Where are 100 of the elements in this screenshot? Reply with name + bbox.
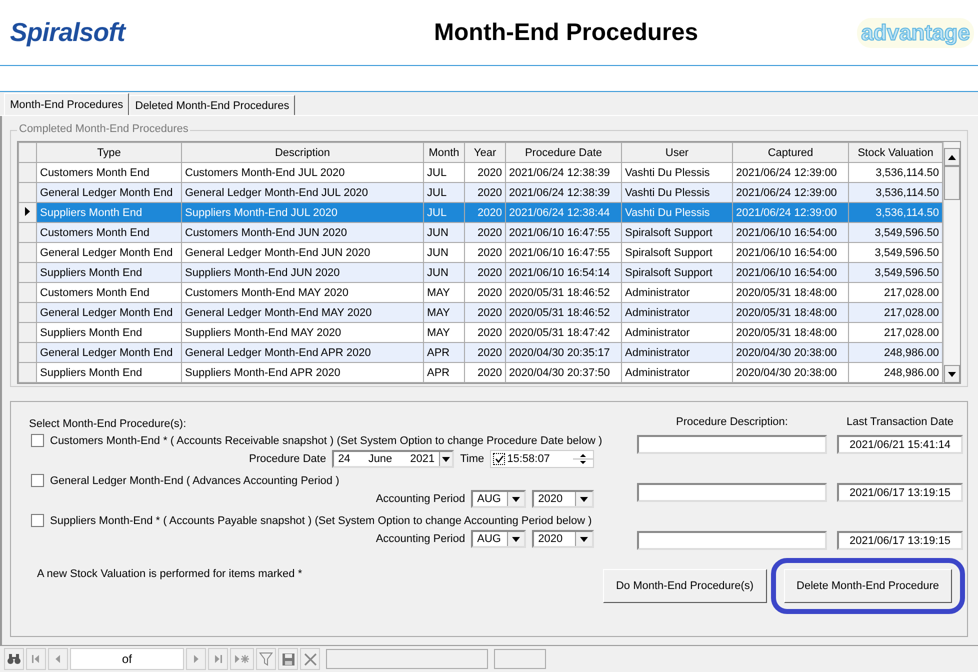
month-dropdown[interactable]: AUG [471, 490, 526, 508]
column-header[interactable]: Month [424, 142, 464, 162]
previous-record-icon[interactable] [48, 648, 68, 670]
table-cell: MAY [424, 302, 464, 322]
procedure-label: Suppliers Month-End * ( Accounts Payable snapshot ) (Set System Option to change Accounting Period below ) [50, 514, 592, 526]
table-cell: 2020/05/31 18:46:52 [506, 302, 622, 322]
row-pointer-icon [25, 206, 30, 216]
column-header[interactable]: Year [464, 142, 506, 162]
field-label: Time [460, 453, 484, 465]
section-heading: Select Month-End Procedure(s): [29, 418, 188, 430]
spiralsoft-logo: Spiralsoft [10, 17, 125, 48]
scroll-down-icon [948, 372, 956, 376]
table-cell: 2020 [464, 222, 506, 242]
action-button[interactable]: Delete Month-End Procedure [784, 569, 952, 603]
find-icon[interactable] [4, 648, 24, 670]
table-cell: 2020/04/30 20:35:17 [506, 342, 622, 362]
table-cell: JUL [424, 182, 464, 202]
table-cell: 2020 [464, 342, 506, 362]
last-record-icon[interactable] [208, 648, 228, 670]
table-cell: 2020/04/30 20:38:00 [732, 362, 848, 382]
delete-record-icon[interactable] [300, 648, 320, 670]
table-cell: Customers Month-End JUN 2020 [182, 222, 424, 242]
year-dropdown[interactable]: 2020 [532, 530, 594, 548]
dropdown-arrow-icon [512, 536, 520, 542]
record-position-field[interactable]: of [70, 648, 184, 670]
tab[interactable]: Month-End Procedures [4, 93, 130, 115]
table-cell: 248,986.00 [848, 342, 942, 362]
table-cell: 3,549,596.50 [848, 222, 942, 242]
group-caption: Completed Month-End Procedures [17, 123, 190, 135]
tab[interactable]: Deleted Month-End Procedures [129, 95, 296, 115]
checkbox[interactable] [31, 474, 44, 487]
description-field[interactable] [637, 531, 827, 550]
new-record-icon[interactable] [230, 648, 254, 670]
field-label: Procedure Date [249, 453, 326, 465]
time-checkbox[interactable] [493, 453, 506, 465]
date-picker[interactable]: 24 June 2021 [332, 450, 454, 468]
description-field[interactable] [637, 483, 827, 502]
dropdown-arrow-icon [512, 496, 520, 502]
table-cell: 2021/06/24 12:38:39 [506, 182, 622, 202]
column-header[interactable]: User [622, 142, 732, 162]
table-cell: Suppliers Month-End APR 2020 [182, 362, 424, 382]
last-date-field: 2021/06/21 15:41:14 [837, 435, 963, 454]
table-cell: JUN [424, 262, 464, 282]
table-cell: Suppliers Month-End JUN 2020 [182, 262, 424, 282]
table-cell: 2021/06/24 12:39:00 [732, 182, 848, 202]
table-cell: 3,549,596.50 [848, 262, 942, 282]
save-icon[interactable] [278, 648, 298, 670]
column-heading: Last Transaction Date [845, 416, 954, 428]
last-date-field: 2021/06/17 13:19:15 [837, 483, 963, 502]
table-cell: 2021/06/10 16:54:00 [732, 222, 848, 242]
column-heading: Procedure Description: [675, 416, 789, 428]
table-cell: General Ledger Month End [36, 182, 182, 202]
checkbox[interactable] [31, 434, 44, 447]
column-header[interactable]: Type [36, 142, 182, 162]
table-cell: 2021/06/24 12:39:00 [732, 202, 848, 222]
table-cell: 2020 [464, 262, 506, 282]
table-cell: 2021/06/10 16:54:00 [732, 262, 848, 282]
year-dropdown[interactable]: 2020 [532, 490, 594, 508]
action-button[interactable]: Do Month-End Procedure(s) [602, 569, 767, 603]
table-cell: 2021/06/24 12:38:44 [506, 202, 622, 222]
table-cell: Suppliers Month End [36, 362, 182, 382]
table-cell: General Ledger Month End [36, 342, 182, 362]
field-label: Accounting Period [376, 533, 466, 545]
page-title: Month-End Procedures [433, 18, 698, 46]
table-cell: 2020 [464, 362, 506, 382]
filter-icon[interactable] [256, 648, 276, 670]
table-cell: 2020 [464, 182, 506, 202]
footnote: A new Stock Valuation is performed for items marked * [36, 568, 304, 580]
table-cell: Administrator [622, 302, 732, 322]
table-cell: 2021/06/10 16:54:14 [506, 262, 622, 282]
table-cell: Vashti Du Plessis [622, 182, 732, 202]
table-cell: Spiralsoft Support [622, 222, 732, 242]
column-header[interactable]: Captured [732, 142, 848, 162]
column-header[interactable]: Description [182, 142, 424, 162]
table-cell: 2020 [464, 302, 506, 322]
checkbox[interactable] [31, 514, 44, 527]
month-dropdown[interactable]: AUG [471, 530, 526, 548]
description-field[interactable] [637, 435, 827, 454]
spin-buttons[interactable] [573, 451, 594, 467]
table-cell: APR [424, 342, 464, 362]
procedure-label: Customers Month-End * ( Accounts Receivable snapshot ) (Set System Option to change Procedure Date below ) [50, 434, 602, 446]
table-cell: 3,536,114.50 [848, 202, 942, 222]
next-record-icon[interactable] [186, 648, 206, 670]
table-cell: APR [424, 362, 464, 382]
advantage-logo: advantage [857, 18, 974, 48]
table-cell: 2020/04/30 20:38:00 [732, 342, 848, 362]
table-cell: 2020 [464, 202, 506, 222]
table-cell: Suppliers Month End [36, 202, 182, 222]
column-header[interactable]: Stock Valuation [848, 142, 942, 162]
table-cell: Customers Month End [36, 222, 182, 242]
scroll-thumb[interactable] [944, 166, 960, 200]
table-cell: Spiralsoft Support [622, 262, 732, 282]
table-cell: JUN [424, 222, 464, 242]
column-header[interactable]: Procedure Date [506, 142, 622, 162]
last-date-field: 2021/06/17 13:19:15 [837, 531, 963, 550]
vertical-scrollbar[interactable] [943, 142, 960, 383]
table-cell: JUL [424, 202, 464, 222]
scroll-up-icon [948, 154, 956, 160]
table-cell: General Ledger Month-End MAY 2020 [182, 302, 424, 322]
dropdown-arrow-icon [442, 456, 450, 462]
